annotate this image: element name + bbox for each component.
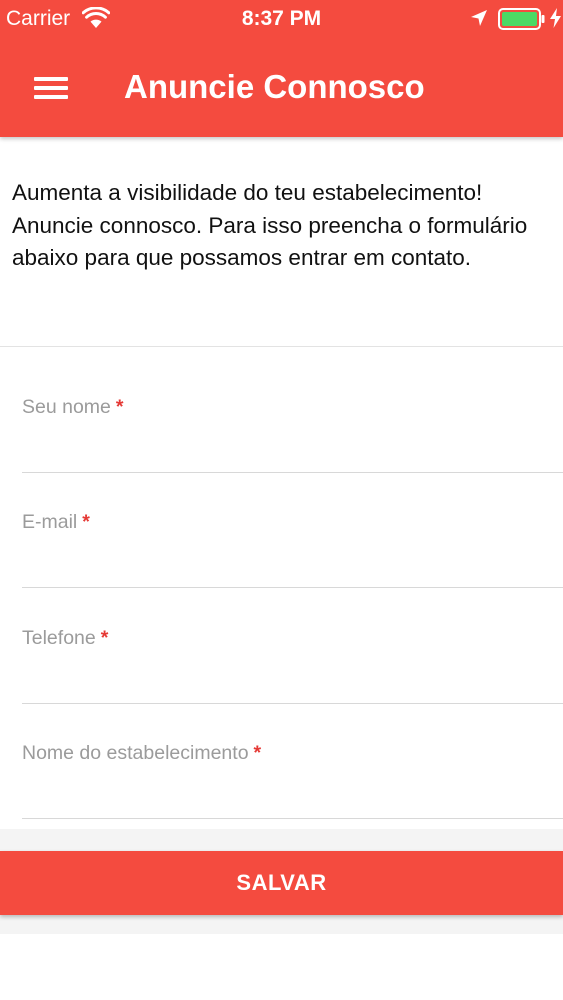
required-marker: * [253,742,262,764]
phone-input[interactable] [22,655,563,693]
field-label: Telefone [22,627,96,649]
location-arrow-icon [471,10,487,26]
hamburger-menu-icon[interactable] [34,75,68,101]
charging-bolt-icon [550,8,561,28]
battery-icon [498,8,545,30]
divider [0,346,563,347]
field-label: Seu nome [22,396,111,418]
app-bar: Carrier 8:37 PM Anuncie Connosco [0,0,563,137]
required-marker: * [100,627,109,649]
field-underline [22,587,563,588]
name-input[interactable] [22,424,563,462]
page-title: Anuncie Connosco [124,68,425,105]
field-seu-nome: Seu nome * [22,358,563,473]
field-nome-estabelecimento: Nome do estabelecimento * [22,704,563,819]
required-marker: * [82,511,90,533]
field-email: E-mail * [22,473,563,588]
required-marker: * [115,396,124,418]
field-telefone: Telefone * [22,589,563,704]
establishment-name-input[interactable] [22,770,563,808]
email-input[interactable] [22,539,563,577]
intro-text: Aumenta a visibilidade do teu estabeleci… [12,180,528,270]
status-bar: Carrier 8:37 PM [0,0,563,40]
field-underline [22,818,563,819]
field-label: Nome do estabelecimento [22,742,249,764]
save-button[interactable]: SALVAR [0,851,563,915]
field-label: E-mail [22,511,78,533]
